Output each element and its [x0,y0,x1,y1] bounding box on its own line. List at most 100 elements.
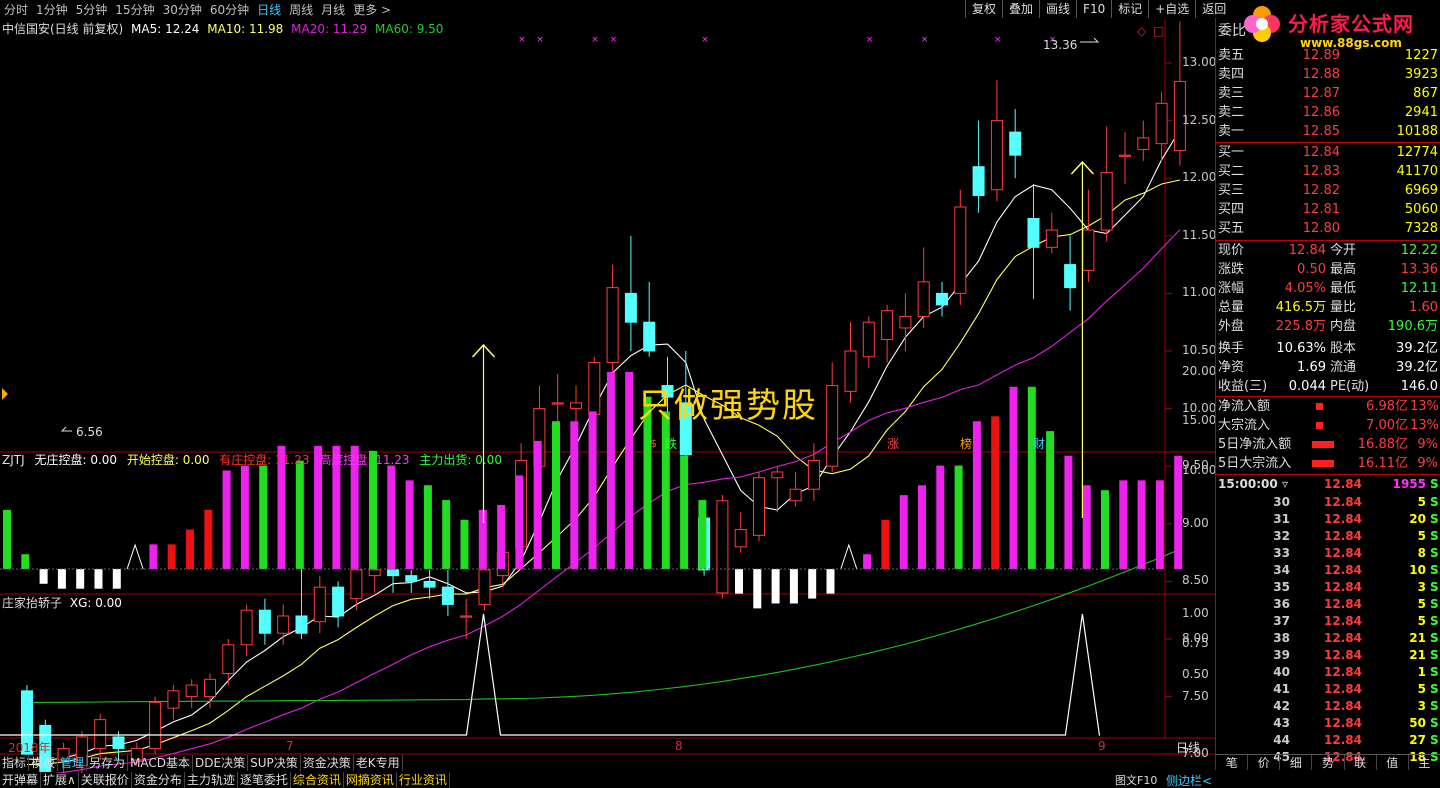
candle[interactable] [222,639,235,686]
toolbar-button-0[interactable]: 复权 [965,0,1002,18]
info-tab-4[interactable]: 主力轨迹 [185,772,238,788]
period-3[interactable]: 15分钟 [115,1,154,18]
candle[interactable] [972,120,985,213]
bid-price[interactable]: 12.83 [1288,163,1340,180]
sidebar-toggle[interactable]: 侧边栏< [1166,772,1212,788]
bid-price[interactable]: 12.81 [1288,201,1340,218]
candle[interactable] [1064,235,1077,311]
candle[interactable] [167,685,180,720]
info-tab-2[interactable]: 关联报价 [79,772,132,788]
candle[interactable] [295,564,308,639]
period-9[interactable]: 更多 > [353,1,391,18]
candle[interactable] [332,581,345,628]
event-finance[interactable]: 财 [1033,435,1045,452]
period-corner[interactable]: 日线 [1176,739,1200,756]
event-list[interactable]: 榜 [960,435,972,452]
candle[interactable] [936,281,948,317]
detail-tab-2[interactable]: 细 [1280,755,1313,770]
detail-tab-6[interactable]: 主 [1409,755,1440,770]
xg-name[interactable]: 庄家抬轿子 [2,596,62,610]
candle[interactable] [624,235,637,351]
detail-tab-1[interactable]: 价 [1248,755,1281,770]
toolbar-button-6[interactable]: 返回 [1195,0,1232,18]
candle[interactable] [1119,132,1131,184]
f10-button[interactable]: 图文F10 [1115,772,1157,788]
candle[interactable] [990,80,1003,202]
toolbar-button-4[interactable]: 标记 [1111,0,1148,18]
ask-price[interactable]: 12.87 [1288,85,1340,102]
candle[interactable] [441,569,454,616]
candle[interactable] [149,696,162,755]
ask-price[interactable]: 12.86 [1288,104,1340,121]
info-tab-3[interactable]: 资金分布 [132,772,185,788]
event-rise[interactable]: 涨 [887,435,899,452]
period-4[interactable]: 30分钟 [163,1,202,18]
indicator-tab-0[interactable]: 指标 [0,755,30,771]
info-tab-0[interactable]: 开弹幕 [0,772,42,788]
candle[interactable] [1173,21,1186,166]
indicator-tab-7[interactable]: 资金决策 [301,755,354,771]
period-8[interactable]: 月线 [321,1,345,18]
ask-price[interactable]: 12.89 [1288,47,1340,64]
bid-price[interactable]: 12.80 [1288,220,1340,237]
candle[interactable] [277,604,290,645]
ask-price[interactable]: 12.85 [1288,123,1340,140]
candle[interactable] [1045,212,1058,254]
event-fall[interactable]: 跌 [665,435,677,452]
kline-chart[interactable]: × × × × × × × × × [0,18,1215,773]
detail-tab-3[interactable]: 势 [1312,755,1345,770]
info-tab-6[interactable]: 综合资讯 [291,772,344,788]
diamond-icon[interactable]: ◇ [1137,24,1146,38]
candle[interactable] [1082,189,1095,282]
toolbar-button-2[interactable]: 画线 [1039,0,1076,18]
candle[interactable] [917,247,930,328]
square-icon[interactable]: □ [1153,24,1164,38]
period-6[interactable]: 日线 [257,1,281,18]
candle[interactable] [716,495,729,599]
candle[interactable] [789,471,802,507]
detail-tab-0[interactable]: 笔 [1216,755,1249,770]
info-tab-1[interactable]: 扩展∧ [41,772,79,788]
candle[interactable] [313,575,326,634]
info-tab-8[interactable]: 行业资讯 [397,772,450,788]
candle[interactable] [771,466,784,513]
indicator-tab-3[interactable]: 另存为 [87,755,129,771]
toolbar-button-5[interactable]: +自选 [1148,0,1195,18]
candle[interactable] [844,322,857,403]
detail-tab-5[interactable]: 值 [1377,755,1409,770]
indicator-tab-2[interactable]: 管理 [58,755,88,771]
candle[interactable] [954,189,967,305]
candle[interactable] [734,512,747,553]
bid-price[interactable]: 12.84 [1288,144,1340,161]
period-7[interactable]: 周线 [289,1,313,18]
period-1[interactable]: 1分钟 [36,1,68,18]
candle[interactable] [240,604,253,657]
candle[interactable] [606,264,619,375]
candle[interactable] [1137,120,1150,161]
toolbar-button-1[interactable]: 叠加 [1002,0,1039,18]
ask-price[interactable]: 12.88 [1288,66,1340,83]
event-dollar[interactable]: $ [650,437,657,450]
candle[interactable] [405,569,418,593]
info-tab-5[interactable]: 逐笔委托 [238,772,291,788]
candle[interactable] [753,471,765,542]
indicator-tab-8[interactable]: 老K专用 [354,755,403,771]
candle[interactable] [643,281,656,357]
bid-price[interactable]: 12.82 [1288,182,1340,199]
indicator-tab-6[interactable]: SUP决策 [248,755,301,771]
candle[interactable] [1027,183,1040,300]
indicator-tab-4[interactable]: MACD基本 [128,755,194,771]
period-5[interactable]: 60分钟 [210,1,249,18]
indicator-tab-1[interactable]: 模板 [29,755,59,771]
indicator-tab-5[interactable]: DDE决策 [193,755,249,771]
candle[interactable] [881,304,894,363]
info-tab-7[interactable]: 网摘资讯 [344,772,397,788]
candle[interactable] [204,673,216,709]
zjtj-name[interactable]: ZJTJ [2,453,25,467]
period-2[interactable]: 5分钟 [76,1,108,18]
candle[interactable] [826,362,839,472]
detail-tab-4[interactable]: 联 [1345,755,1377,770]
toolbar-button-3[interactable]: F10 [1076,0,1111,18]
candle[interactable] [1009,109,1022,179]
candle[interactable] [862,316,875,369]
